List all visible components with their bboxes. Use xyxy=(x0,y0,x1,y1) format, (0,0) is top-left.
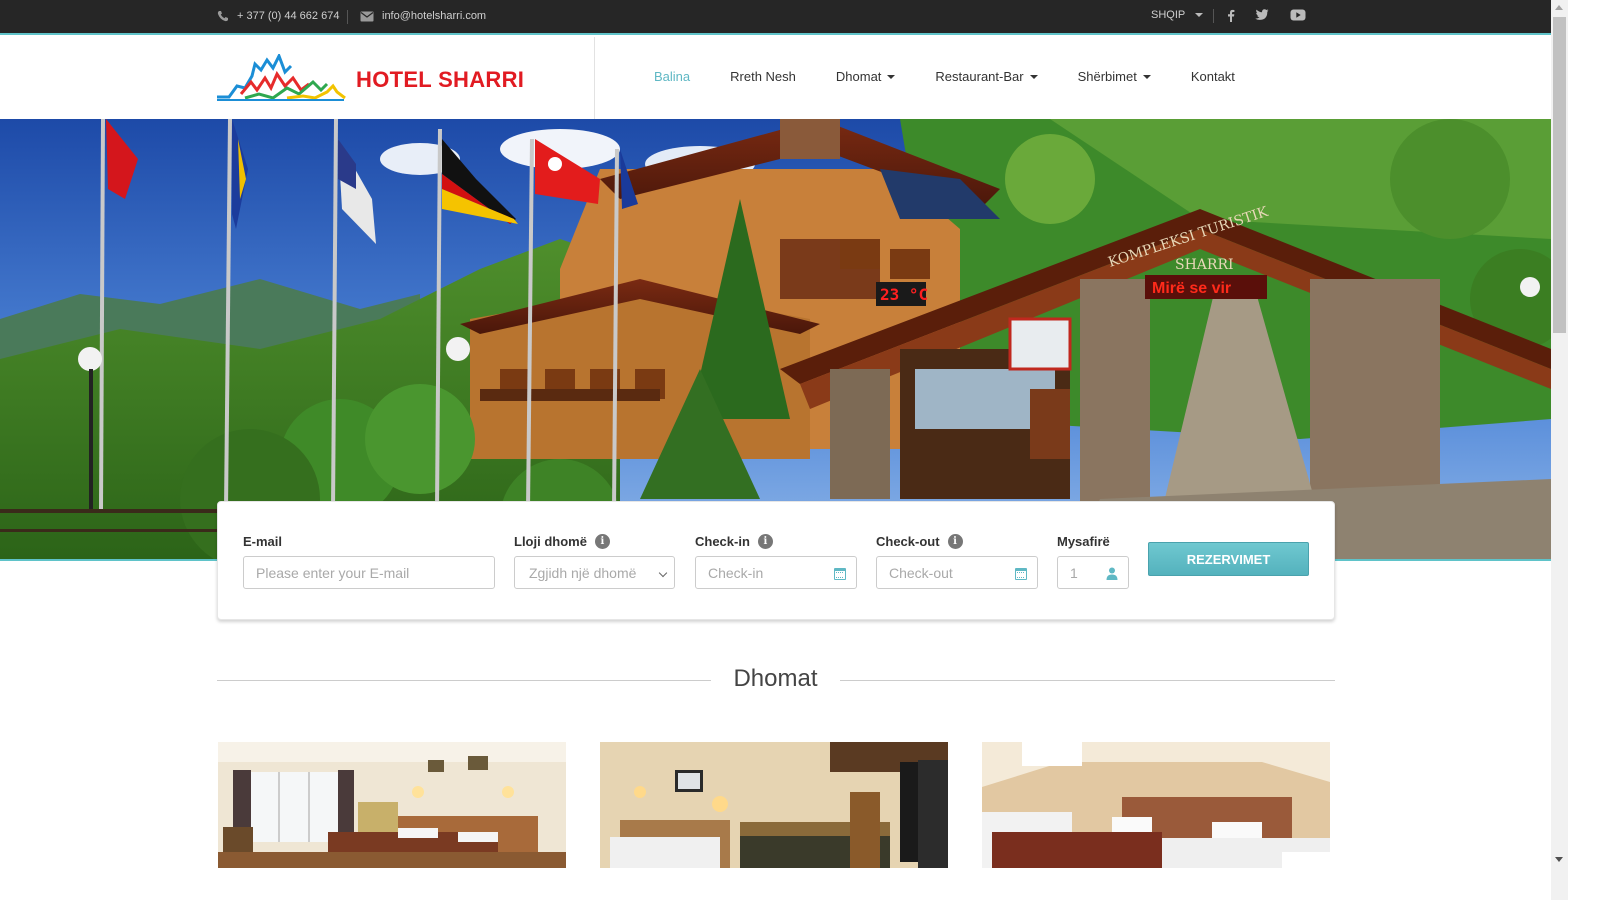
email-field-group: E-mail Please enter your E-mail xyxy=(243,534,495,589)
info-icon[interactable]: i xyxy=(594,534,610,549)
room-image-3 xyxy=(982,742,1330,868)
topbar-separator xyxy=(347,10,348,24)
site-header: HOTEL SHARRI Balina Rreth Nesh Dhomat Re… xyxy=(0,37,1568,119)
checkin-group: Check-in i Check-in xyxy=(695,534,857,589)
info-icon[interactable]: i xyxy=(947,534,963,549)
calendar-icon[interactable] xyxy=(834,568,846,580)
room-type-label: Lloji dhomë i xyxy=(514,534,675,549)
chevron-down-icon xyxy=(1195,13,1204,17)
booking-form: E-mail Please enter your E-mail Lloji dh… xyxy=(217,501,1335,620)
nav-item-dhomat[interactable]: Dhomat xyxy=(836,69,896,84)
language-label: SHQIP xyxy=(1151,9,1186,21)
email-placeholder: Please enter your E-mail xyxy=(256,564,410,581)
hotel-name: HOTEL SHARRI xyxy=(356,67,525,92)
checkout-placeholder: Check-out xyxy=(889,564,953,581)
rooms-section-title: Dhomat xyxy=(733,665,818,692)
nav-label: Shërbimet xyxy=(1077,69,1137,84)
envelope-icon xyxy=(360,11,374,21)
hero-temperature: 23 °C xyxy=(880,285,928,304)
nav-item-rreth-nesh[interactable]: Rreth Nesh xyxy=(730,69,796,84)
section-rule-right xyxy=(840,680,1335,681)
room-image-1 xyxy=(218,742,566,868)
room-type-select[interactable]: Zgjidh një dhomë xyxy=(514,556,675,589)
nav-label: Restaurant-Bar xyxy=(935,69,1024,84)
twitter-icon[interactable] xyxy=(1255,9,1269,24)
guests-field[interactable]: 1 xyxy=(1057,556,1129,589)
room-image-2 xyxy=(600,742,948,868)
hotel-logo[interactable]: HOTEL SHARRI xyxy=(217,54,527,102)
hero-image: 23 °C KOMPLEKSI TURISTIK SHARRI Mirë se … xyxy=(0,119,1551,559)
caret-down-icon xyxy=(1142,74,1151,79)
youtube-icon[interactable] xyxy=(1290,9,1306,24)
scroll-down-arrow-icon[interactable] xyxy=(1555,857,1563,862)
main-nav: Balina Rreth Nesh Dhomat Restaurant-Bar … xyxy=(654,69,1275,84)
scroll-up-arrow-icon[interactable] xyxy=(1555,5,1563,10)
nav-item-balina[interactable]: Balina xyxy=(654,69,690,84)
checkout-label: Check-out i xyxy=(876,534,1038,549)
phone-icon xyxy=(217,11,228,22)
caret-down-icon xyxy=(887,74,896,79)
room-card-2[interactable] xyxy=(600,742,948,868)
guests-value: 1 xyxy=(1070,564,1078,581)
guests-group: Mysafirë 1 xyxy=(1057,534,1129,589)
guests-label-text: Mysafirë xyxy=(1057,534,1110,549)
nav-label: Kontakt xyxy=(1190,69,1235,84)
guests-label: Mysafirë xyxy=(1057,534,1129,549)
scroll-thumb[interactable] xyxy=(1553,17,1566,333)
checkin-placeholder: Check-in xyxy=(708,564,764,581)
checkout-label-text: Check-out xyxy=(876,534,940,549)
room-card-3[interactable] xyxy=(982,742,1330,868)
page: + 377 (0) 44 662 674 info@hotelsharri.co… xyxy=(0,0,1568,900)
chevron-down-icon xyxy=(658,568,668,578)
caret-down-icon xyxy=(1029,74,1038,79)
nav-item-kontakt[interactable]: Kontakt xyxy=(1191,69,1235,84)
logo-mark xyxy=(217,54,346,101)
room-card-1[interactable] xyxy=(218,742,566,868)
room-type-label-text: Lloji dhomë xyxy=(514,534,587,549)
checkin-label-text: Check-in xyxy=(695,534,750,549)
reservation-button-label: REZERVIMET xyxy=(1186,551,1271,567)
checkin-field[interactable]: Check-in xyxy=(695,556,857,589)
top-bar: + 377 (0) 44 662 674 info@hotelsharri.co… xyxy=(0,0,1568,35)
hero-sign-welcome: Mirë se vir xyxy=(1152,280,1231,297)
email-field[interactable]: Please enter your E-mail xyxy=(243,556,495,589)
info-icon[interactable]: i xyxy=(757,534,773,549)
email-label: E-mail xyxy=(243,534,495,549)
language-selector[interactable]: SHQIP xyxy=(1151,9,1204,21)
email-contact[interactable]: info@hotelsharri.com xyxy=(360,10,486,22)
phone-contact[interactable]: + 377 (0) 44 662 674 xyxy=(217,10,339,22)
hero-sign-name: SHARRI xyxy=(1175,257,1234,273)
checkout-group: Check-out i Check-out xyxy=(876,534,1038,589)
reservation-button[interactable]: REZERVIMET xyxy=(1148,542,1309,576)
room-type-group: Lloji dhomë i Zgjidh një dhomë xyxy=(514,534,675,589)
room-type-placeholder: Zgjidh një dhomë xyxy=(529,564,637,581)
checkin-label: Check-in i xyxy=(695,534,857,549)
header-divider xyxy=(594,37,595,119)
email-address: info@hotelsharri.com xyxy=(382,10,487,22)
language-separator xyxy=(1213,9,1214,23)
nav-label: Balina xyxy=(654,69,691,84)
nav-item-restaurant-bar[interactable]: Restaurant-Bar xyxy=(935,69,1038,84)
phone-number: + 377 (0) 44 662 674 xyxy=(237,10,340,22)
checkout-field[interactable]: Check-out xyxy=(876,556,1038,589)
user-icon xyxy=(1106,567,1118,580)
facebook-icon[interactable] xyxy=(1227,9,1235,25)
page-scrollbar[interactable] xyxy=(1551,0,1568,900)
calendar-icon[interactable] xyxy=(1015,568,1027,580)
nav-item-sherbimet[interactable]: Shërbimet xyxy=(1078,69,1151,84)
email-label-text: E-mail xyxy=(243,534,283,549)
hero-banner: 23 °C KOMPLEKSI TURISTIK SHARRI Mirë se … xyxy=(0,119,1551,559)
nav-label: Dhomat xyxy=(835,69,882,84)
nav-label: Rreth Nesh xyxy=(730,69,796,84)
